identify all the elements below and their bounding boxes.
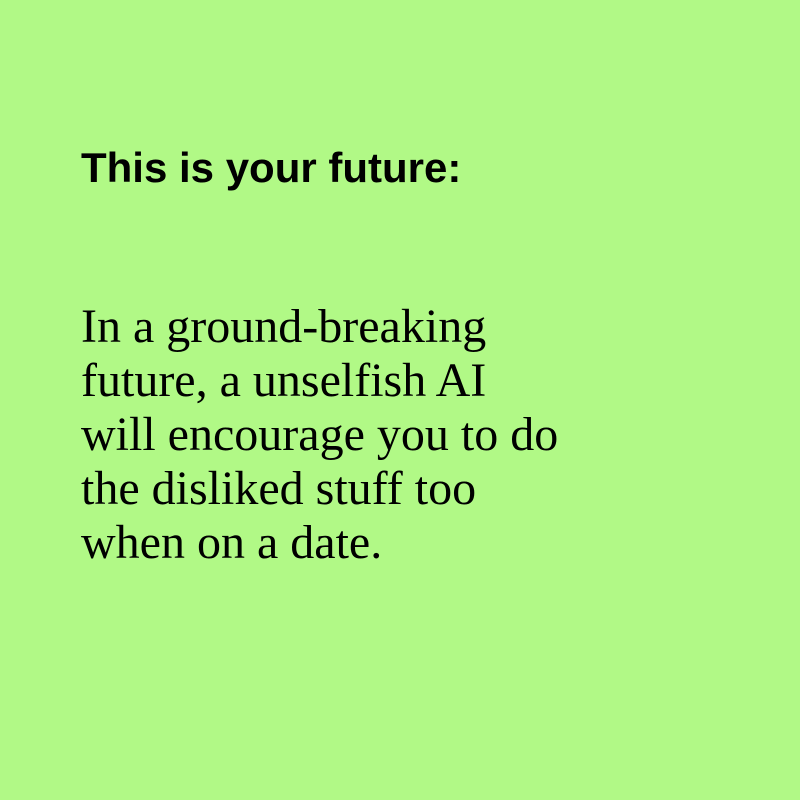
body-line: future, a unselfish AI bbox=[81, 354, 487, 407]
heading: This is your future: bbox=[81, 144, 462, 191]
body-text: In a ground-breaking future, a unselfish… bbox=[81, 300, 558, 570]
content-card: This is your future: In a ground-breakin… bbox=[0, 0, 800, 800]
body-line: In a ground-breaking bbox=[81, 300, 487, 353]
body-line: when on a date. bbox=[81, 516, 383, 569]
body-line: will encourage you to do bbox=[81, 408, 559, 461]
body-line: the disliked stuff too bbox=[81, 462, 477, 515]
